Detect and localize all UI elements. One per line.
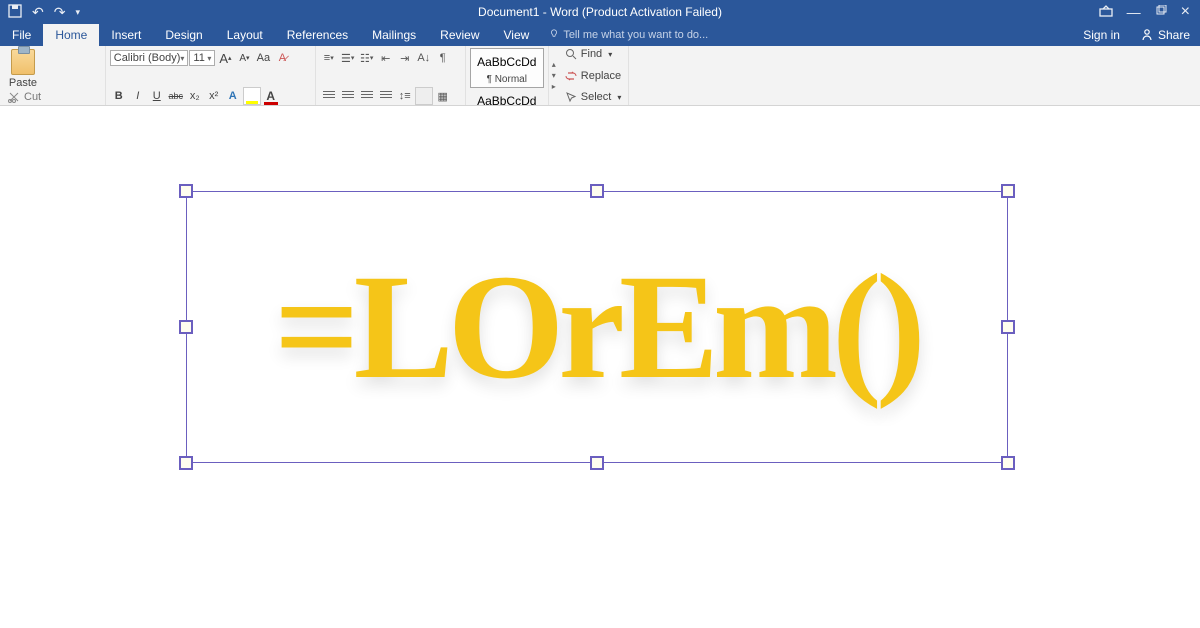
ribbon: Paste Cut Copy Format Painter Calibri (B…: [0, 46, 1200, 106]
paste-icon: [11, 49, 35, 75]
multilevel-button[interactable]: ☷▾: [358, 49, 376, 67]
align-left[interactable]: [320, 87, 338, 105]
paste-button[interactable]: Paste: [4, 49, 42, 89]
handle-top-left[interactable]: [179, 184, 193, 198]
find-button[interactable]: Find▾: [565, 48, 622, 60]
align-right[interactable]: [358, 87, 376, 105]
text-effects[interactable]: A: [224, 87, 242, 105]
selection-box[interactable]: =LOrEm(): [186, 191, 1008, 463]
superscript-button[interactable]: x²: [205, 87, 223, 105]
font-name[interactable]: Calibri (Body)▾: [110, 50, 189, 66]
lorem-text[interactable]: =LOrEm(): [274, 241, 920, 413]
tab-file[interactable]: File: [0, 24, 43, 46]
style--normal[interactable]: AaBbCcDd¶ Normal: [470, 48, 544, 88]
replace-button[interactable]: Replace: [565, 70, 622, 82]
qat-more-icon[interactable]: ▾: [75, 7, 80, 18]
increase-indent[interactable]: ⇥: [396, 49, 414, 67]
change-case[interactable]: Aa: [254, 49, 272, 67]
shading-button[interactable]: [415, 87, 433, 105]
undo-icon[interactable]: ↶: [32, 4, 44, 21]
save-icon[interactable]: [8, 4, 22, 21]
show-marks[interactable]: ¶: [434, 49, 452, 67]
handle-mid-left[interactable]: [179, 320, 193, 334]
clear-format[interactable]: A̷: [273, 49, 291, 67]
tab-view[interactable]: View: [492, 24, 542, 46]
decrease-indent[interactable]: ⇤: [377, 49, 395, 67]
tab-references[interactable]: References: [275, 24, 360, 46]
styles-gallery[interactable]: AaBbCcDd¶ NormalAaBbCcDd¶ No Spac...AaBb…: [466, 46, 549, 105]
shrink-font[interactable]: A▾: [235, 49, 253, 67]
tab-insert[interactable]: Insert: [99, 24, 153, 46]
tab-design[interactable]: Design: [153, 24, 214, 46]
grow-font[interactable]: A▴: [216, 49, 234, 67]
tell-me[interactable]: Tell me what you want to do...: [541, 29, 708, 41]
sort-button[interactable]: A↓: [415, 49, 433, 67]
cut-button[interactable]: Cut: [8, 91, 97, 103]
tab-home[interactable]: Home: [43, 24, 99, 46]
strike-button[interactable]: abc: [167, 87, 185, 105]
bold-button[interactable]: B: [110, 87, 128, 105]
italic-button[interactable]: I: [129, 87, 147, 105]
handle-mid-right[interactable]: [1001, 320, 1015, 334]
tab-review[interactable]: Review: [428, 24, 491, 46]
title-bar: ↶ ↷ ▾ Document1 - Word (Product Activati…: [0, 0, 1200, 24]
font-color-button[interactable]: A: [262, 87, 280, 105]
highlight-button[interactable]: [243, 87, 261, 105]
font-size[interactable]: 11▾: [189, 50, 215, 66]
handle-bot-mid[interactable]: [590, 456, 604, 470]
justify[interactable]: [377, 87, 395, 105]
handle-top-right[interactable]: [1001, 184, 1015, 198]
close-icon[interactable]: ×: [1181, 3, 1190, 21]
tab-mailings[interactable]: Mailings: [360, 24, 428, 46]
sign-in[interactable]: Sign in: [1073, 28, 1130, 42]
minimize-icon[interactable]: —: [1127, 4, 1141, 20]
share-button[interactable]: Share: [1130, 28, 1200, 42]
window-title: Document1 - Word (Product Activation Fai…: [478, 5, 722, 19]
tab-layout[interactable]: Layout: [215, 24, 275, 46]
subscript-button[interactable]: x₂: [186, 87, 204, 105]
ribbon-options-icon[interactable]: [1099, 4, 1113, 20]
handle-bot-left[interactable]: [179, 456, 193, 470]
underline-button[interactable]: U: [148, 87, 166, 105]
redo-icon[interactable]: ↷: [54, 4, 66, 21]
ribbon-tabs: File Home Insert Design Layout Reference…: [0, 24, 1200, 46]
document-area[interactable]: =LOrEm(): [0, 106, 1200, 628]
handle-top-mid[interactable]: [590, 184, 604, 198]
line-spacing[interactable]: ↕≡: [396, 87, 414, 105]
handle-bot-right[interactable]: [1001, 456, 1015, 470]
bullets-button[interactable]: ≡▾: [320, 49, 338, 67]
styles-more[interactable]: ▴▾▸: [549, 46, 559, 105]
restore-icon[interactable]: [1155, 4, 1167, 20]
numbering-button[interactable]: ☰▾: [339, 49, 357, 67]
select-button[interactable]: Select▾: [565, 91, 622, 103]
align-center[interactable]: [339, 87, 357, 105]
borders-button[interactable]: ▦: [434, 87, 452, 105]
